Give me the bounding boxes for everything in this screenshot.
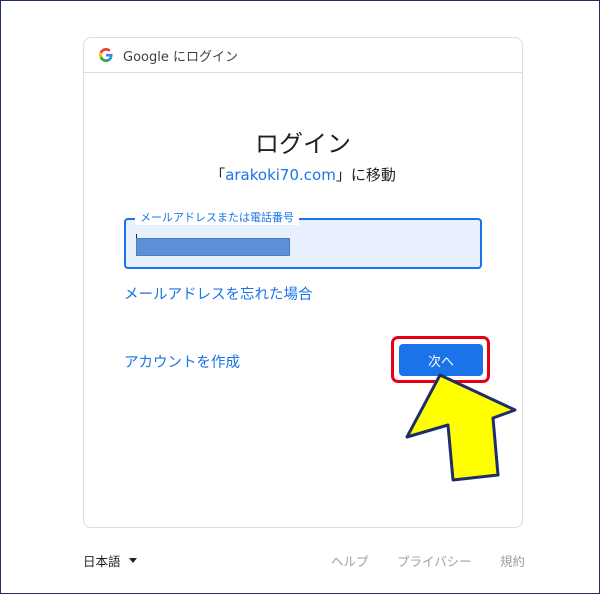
terms-link[interactable]: 規約 — [500, 551, 525, 570]
subtitle-suffix: 」に移動 — [335, 166, 396, 184]
pointer-arrow-icon — [405, 373, 517, 482]
dropdown-triangle-icon — [128, 558, 137, 563]
email-field-label: メールアドレスまたは電話番号 — [135, 211, 299, 225]
create-account-link[interactable]: アカウントを作成 — [124, 351, 240, 372]
privacy-link[interactable]: プライバシー — [397, 551, 472, 570]
page-title: ログイン — [255, 130, 351, 158]
card-header: Google にログイン — [84, 38, 522, 73]
email-value-redacted — [136, 238, 290, 256]
google-logo-icon — [99, 48, 113, 62]
help-link[interactable]: ヘルプ — [331, 551, 369, 570]
header-title: Google にログイン — [123, 49, 238, 65]
subtitle-prefix: 「 — [210, 166, 226, 184]
language-label: 日本語 — [83, 554, 121, 569]
email-field[interactable]: メールアドレスまたは電話番号 — [124, 211, 482, 269]
language-selector[interactable]: 日本語 — [83, 551, 137, 570]
continue-to-subtitle: 「arakoki70.com」に移動 — [84, 164, 522, 185]
forgot-email-link[interactable]: メールアドレスを忘れた場合 — [124, 283, 313, 304]
domain-link[interactable]: arakoki70.com — [225, 166, 336, 184]
